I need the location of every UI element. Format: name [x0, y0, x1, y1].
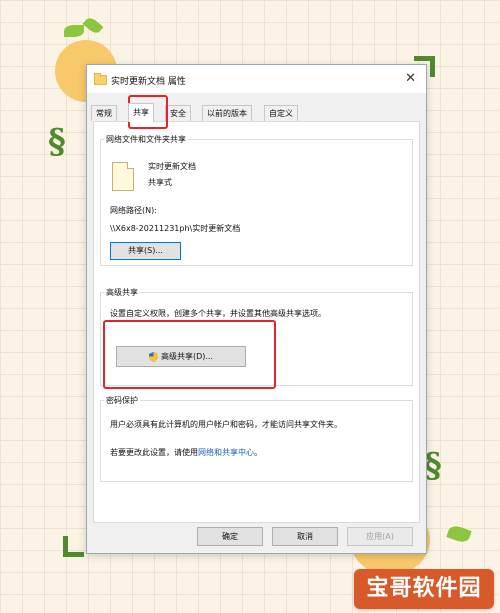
title-bar: 实时更新文档 属性 ✕: [87, 65, 426, 93]
apply-button[interactable]: 应用(A): [347, 527, 413, 546]
tab-general[interactable]: 常规: [91, 105, 117, 121]
sharing-group-title: 网络文件和文件夹共享: [104, 134, 188, 145]
folder-name: 实时更新文档: [148, 162, 196, 171]
password-protection-hint: 若要更改此设置，请使用网络和共享中心。: [110, 447, 262, 458]
close-icon[interactable]: ✕: [405, 71, 416, 86]
tab-sharing[interactable]: 共享: [128, 103, 154, 122]
password-protection-group: [100, 400, 413, 482]
network-path-value: \\X6x8-20211231ph\实时更新文档: [110, 224, 241, 233]
dialog-title: 实时更新文档 属性: [111, 77, 186, 87]
hint-prefix: 若要更改此设置，请使用: [110, 448, 198, 457]
leaf-decoration-right: [446, 523, 472, 545]
tab-customize[interactable]: 自定义: [264, 105, 298, 121]
network-path-label: 网络路径(N):: [110, 206, 157, 215]
watermark-logo: 宝哥软件园: [354, 569, 494, 609]
advanced-sharing-title: 高级共享: [104, 287, 140, 298]
corner-bracket-bottom-left: [63, 536, 84, 557]
share-button[interactable]: 共享(S)...: [110, 242, 181, 260]
hint-suffix: 。: [254, 448, 262, 457]
ok-button[interactable]: 确定: [197, 527, 263, 546]
password-protection-text: 用户必须具有此计算机的用户帐户和密码，才能访问共享文件夹。: [110, 420, 342, 429]
advanced-sharing-description: 设置自定义权限，创建多个共享，并设置其他高级共享选项。: [110, 309, 326, 318]
folder-status: 共享式: [148, 178, 172, 187]
highlight-advanced-sharing: [103, 320, 276, 389]
swirl-decoration-left: §: [48, 122, 66, 162]
properties-dialog: 实时更新文档 属性 ✕ 常规 共享 安全 以前的版本 自定义 网络文件和文件夹共…: [86, 64, 427, 554]
leaf-decoration-left-2: [82, 15, 104, 36]
network-sharing-center-link[interactable]: 网络和共享中心: [198, 448, 254, 457]
folder-icon: [94, 73, 107, 85]
leaf-decoration-left: [64, 25, 84, 37]
tab-security[interactable]: 安全: [165, 105, 191, 121]
folder-document-icon: [112, 162, 134, 191]
password-protection-title: 密码保护: [104, 395, 140, 406]
cancel-button[interactable]: 取消: [272, 527, 338, 546]
tab-previous-versions[interactable]: 以前的版本: [202, 105, 252, 121]
